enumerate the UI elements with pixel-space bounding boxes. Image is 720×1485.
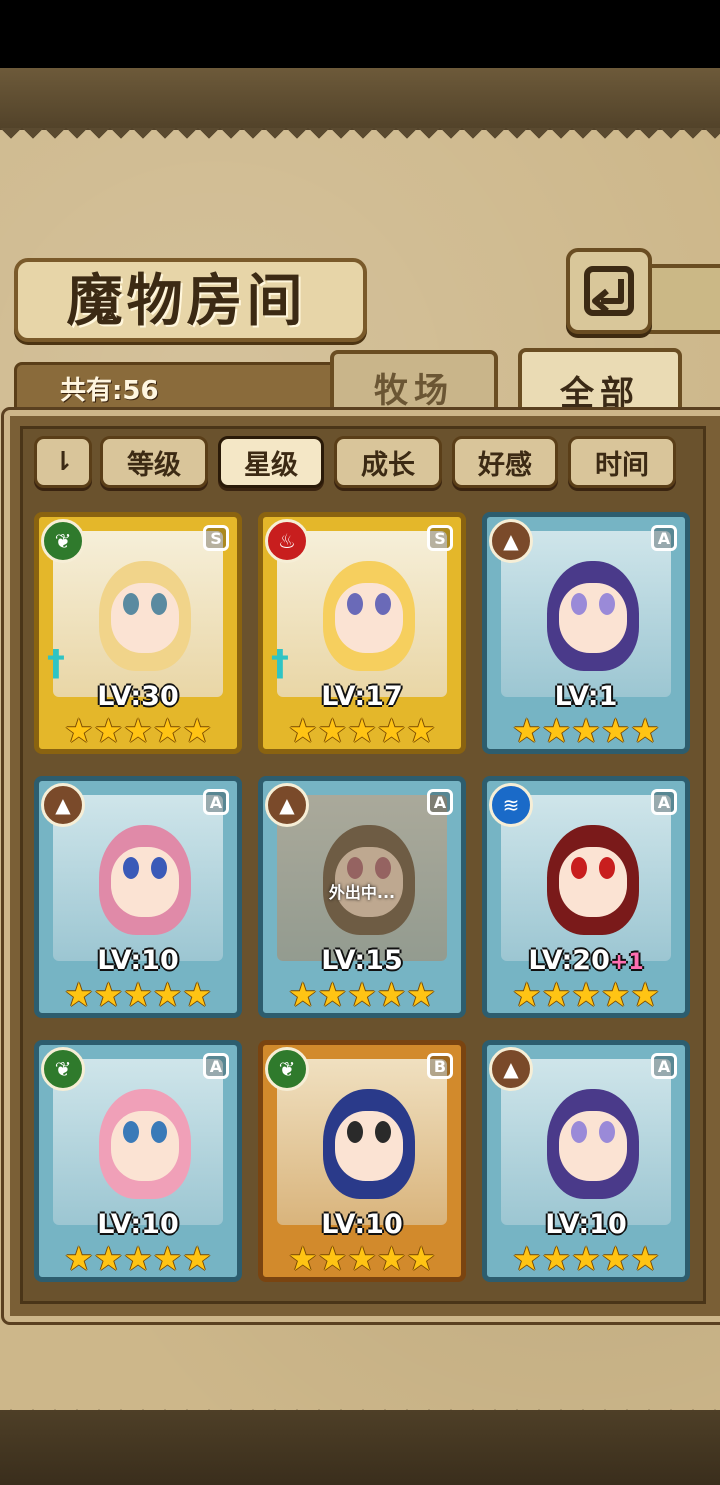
- star-rating: ★★★★★: [288, 711, 436, 750]
- monster-face: [111, 583, 179, 653]
- monster-card[interactable]: 外出中... ▲ A LV:15 ★★★★★: [258, 776, 466, 1018]
- star-rating: ★★★★★: [64, 975, 212, 1014]
- monster-eye-right: [151, 593, 167, 615]
- monster-eye-left: [123, 857, 139, 879]
- monster-card[interactable]: ▲ A LV:10 ★★★★★: [482, 1040, 690, 1282]
- level-label: LV:15: [263, 945, 461, 976]
- level-value: LV:10: [545, 1209, 627, 1240]
- background-bottom-band: [0, 1410, 720, 1485]
- monster-eye-left: [347, 1121, 363, 1143]
- monster-card[interactable]: ❦ A LV:10 ★★★★★: [34, 1040, 242, 1282]
- star-rating: ★★★★★: [512, 711, 660, 750]
- sort-level-button[interactable]: 等级: [100, 436, 208, 488]
- star-rating: ★★★★★: [288, 975, 436, 1014]
- monster-eye-left: [571, 1121, 587, 1143]
- star-rating: ★★★★★: [512, 975, 660, 1014]
- monster-face: [335, 1111, 403, 1181]
- star-rating: ★★★★★: [64, 711, 212, 750]
- earth-element-icon: ▲: [41, 783, 85, 827]
- rank-badge: A: [651, 789, 677, 815]
- level-value: LV:10: [97, 1209, 179, 1240]
- back-button-rail: [640, 264, 720, 334]
- monster-eye-right: [151, 1121, 167, 1143]
- water-element-icon: ≋: [489, 783, 533, 827]
- sort-star-button[interactable]: 星级: [218, 436, 324, 488]
- level-label: LV:30: [39, 681, 237, 712]
- level-value: LV:10: [321, 1209, 403, 1240]
- star-rating: ★★★★★: [64, 1239, 212, 1278]
- monster-card[interactable]: ▲ A LV:10 ★★★★★: [34, 776, 242, 1018]
- sort-growth-button[interactable]: 成长: [334, 436, 442, 488]
- earth-element-icon: ▲: [489, 519, 533, 563]
- sort-affection-button[interactable]: 好感: [452, 436, 558, 488]
- monster-card[interactable]: ❦ B LV:10 ★★★★★: [258, 1040, 466, 1282]
- zigzag-border-top: [0, 128, 720, 150]
- page-title: 魔物房间: [66, 267, 307, 334]
- status-bar: [0, 0, 720, 68]
- monster-face: [559, 1111, 627, 1181]
- monster-eye-left: [347, 593, 363, 615]
- level-label: LV:10: [487, 1209, 685, 1240]
- monster-card[interactable]: ♨ S † LV:17 ★★★★★: [258, 512, 466, 754]
- monster-face: [335, 583, 403, 653]
- level-label: LV:1: [487, 681, 685, 712]
- level-value: LV:1: [554, 681, 618, 712]
- level-bonus: +1: [609, 950, 644, 975]
- monster-eye-right: [375, 593, 391, 615]
- rank-badge: A: [651, 1053, 677, 1079]
- monster-card[interactable]: ▲ A LV:1 ★★★★★: [482, 512, 690, 754]
- total-count: 共有:56: [60, 376, 159, 406]
- leaf-element-icon: ❦: [265, 1047, 309, 1091]
- level-value: LV:15: [321, 945, 403, 976]
- monster-eye-right: [375, 1121, 391, 1143]
- level-value: LV:30: [97, 681, 179, 712]
- level-value: LV:17: [321, 681, 403, 712]
- rank-badge: A: [427, 789, 453, 815]
- back-button[interactable]: [566, 248, 652, 334]
- level-value: LV:20: [528, 945, 610, 976]
- leaf-element-icon: ❦: [41, 1047, 85, 1091]
- monster-card[interactable]: ≋ A LV:20+1 ★★★★★: [482, 776, 690, 1018]
- monster-eye-left: [123, 1121, 139, 1143]
- rank-badge: A: [203, 789, 229, 815]
- level-value: LV:10: [97, 945, 179, 976]
- return-arrow-icon: [584, 266, 634, 316]
- level-label: LV:10: [39, 945, 237, 976]
- monster-eye-left: [571, 593, 587, 615]
- level-label: LV:20+1: [487, 945, 685, 976]
- monster-eye-right: [599, 857, 615, 879]
- level-label: LV:10: [263, 1209, 461, 1240]
- earth-element-icon: ▲: [489, 1047, 533, 1091]
- monster-eye-right: [599, 1121, 615, 1143]
- monster-eye-right: [599, 593, 615, 615]
- rank-badge: A: [651, 525, 677, 551]
- monster-eye-left: [123, 593, 139, 615]
- monster-face: [111, 847, 179, 917]
- rank-badge: A: [203, 1053, 229, 1079]
- rank-badge: S: [203, 525, 229, 551]
- away-status: 外出中...: [328, 883, 396, 902]
- monster-eye-right: [151, 857, 167, 879]
- sort-time-button[interactable]: 时间: [568, 436, 676, 488]
- level-label: LV:17: [263, 681, 461, 712]
- star-rating: ★★★★★: [512, 1239, 660, 1278]
- monster-face: [111, 1111, 179, 1181]
- monster-face: [559, 583, 627, 653]
- rank-badge: B: [427, 1053, 453, 1079]
- star-rating: ★★★★★: [288, 1239, 436, 1278]
- monster-eye-left: [571, 857, 587, 879]
- sort-order-toggle-button[interactable]: ⇂: [34, 436, 92, 488]
- leaf-element-icon: ❦: [41, 519, 85, 563]
- fire-element-icon: ♨: [265, 519, 309, 563]
- rank-badge: S: [427, 525, 453, 551]
- earth-element-icon: ▲: [265, 783, 309, 827]
- monster-face: [559, 847, 627, 917]
- sort-order-icon: ⇂: [52, 447, 74, 477]
- monster-card[interactable]: ❦ S † LV:30 ★★★★★: [34, 512, 242, 754]
- level-label: LV:10: [39, 1209, 237, 1240]
